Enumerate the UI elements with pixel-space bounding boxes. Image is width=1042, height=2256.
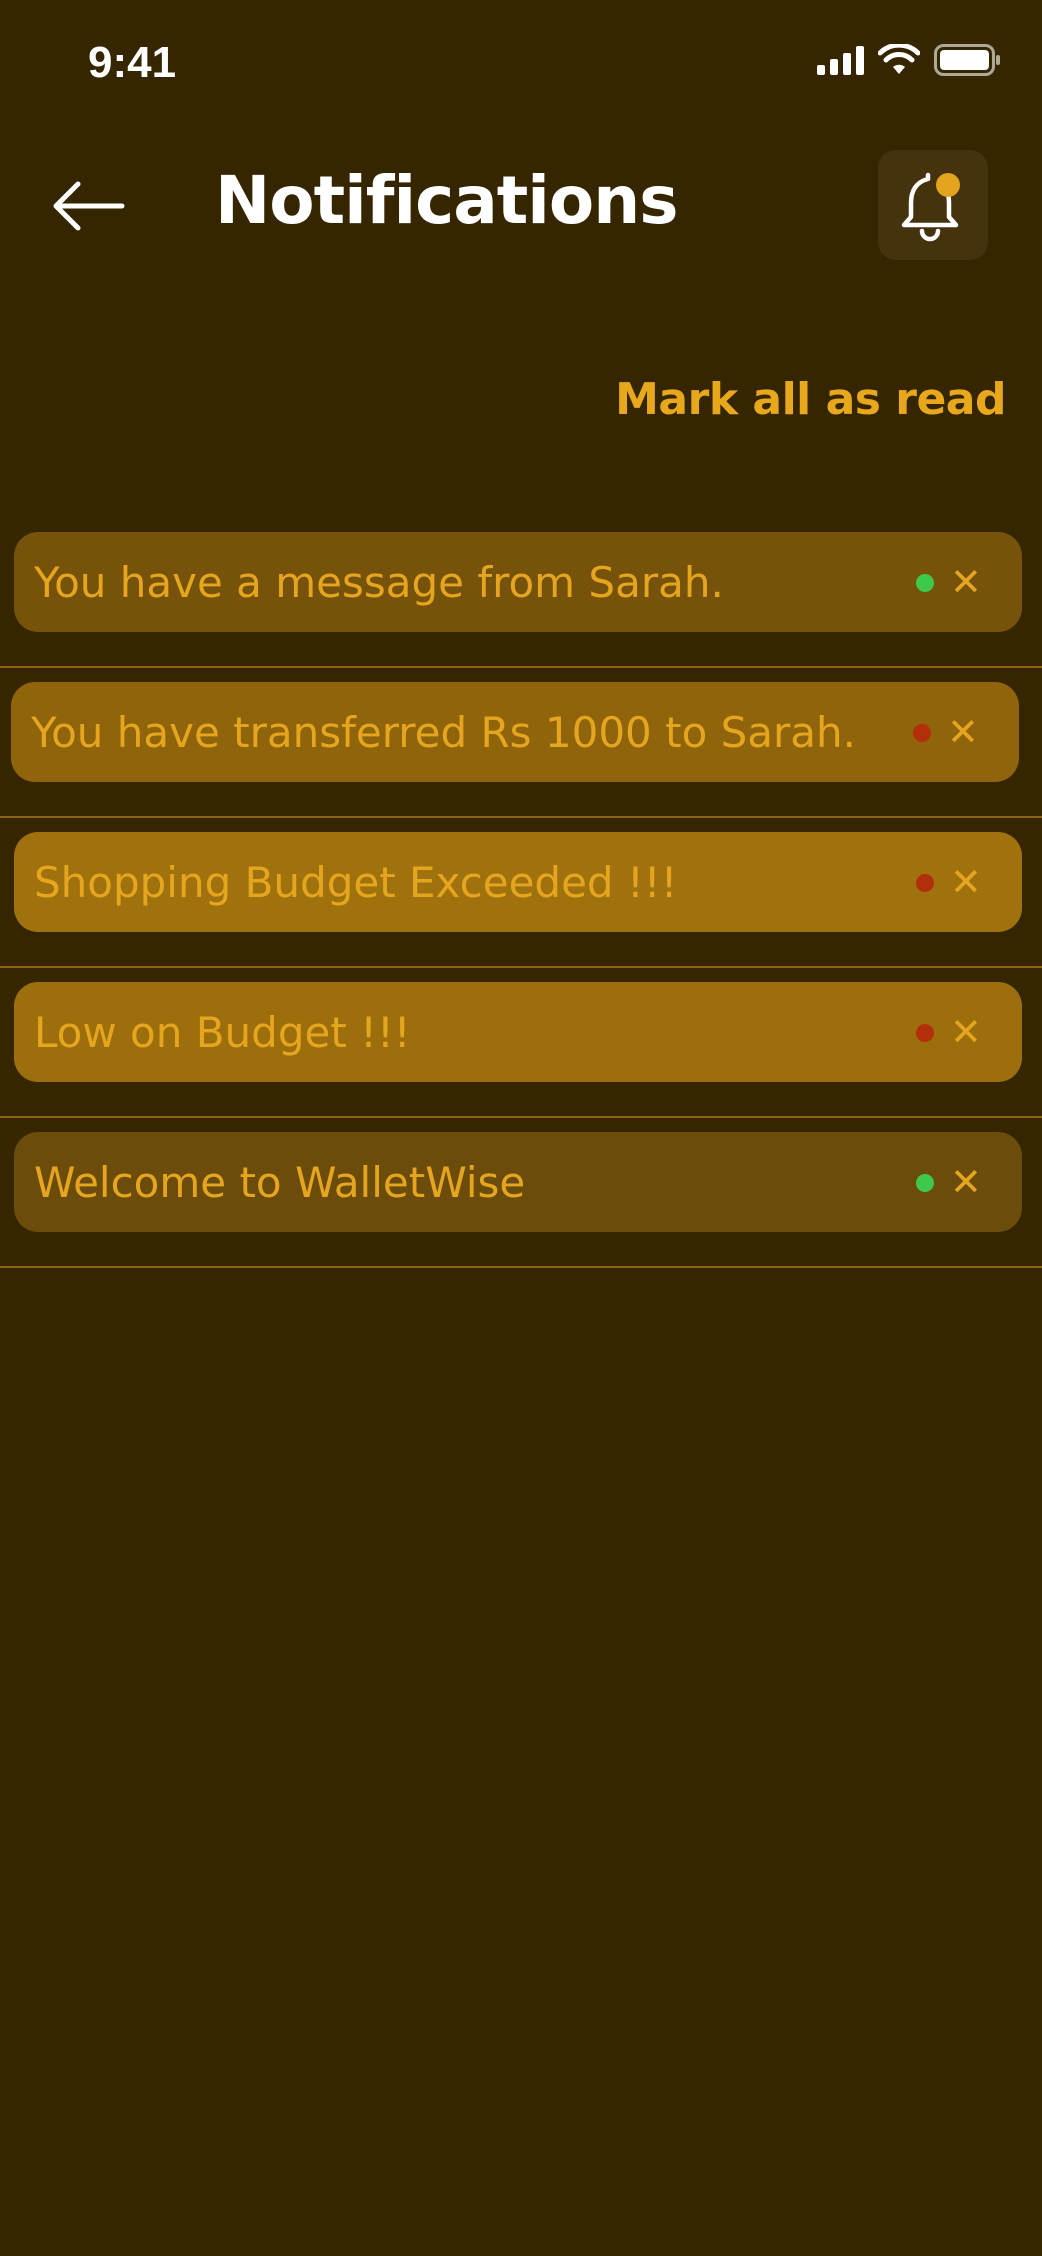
- notification-row: Welcome to WalletWise ✕: [0, 1118, 1042, 1268]
- notification-row: Low on Budget !!! ✕: [0, 968, 1042, 1118]
- status-dot-green: [916, 574, 934, 592]
- notification-card[interactable]: You have a message from Sarah. ✕: [14, 532, 1022, 632]
- status-dot-green: [916, 1174, 934, 1192]
- notification-card[interactable]: You have transferred Rs 1000 to Sarah. ✕: [11, 682, 1019, 782]
- status-dot-red: [916, 1024, 934, 1042]
- cellular-signal-icon: [817, 45, 864, 75]
- notification-text: Welcome to WalletWise: [34, 1157, 526, 1207]
- notification-list: You have a message from Sarah. ✕ You hav…: [0, 518, 1042, 1268]
- notification-row: You have transferred Rs 1000 to Sarah. ✕: [0, 668, 1042, 818]
- close-icon[interactable]: ✕: [947, 710, 979, 754]
- close-icon[interactable]: ✕: [950, 1160, 982, 1204]
- status-dot-red: [913, 724, 931, 742]
- arrow-left-icon: [53, 181, 125, 231]
- status-time: 9:41: [88, 38, 177, 87]
- notification-text: You have a message from Sarah.: [34, 557, 724, 607]
- page-title: Notifications: [215, 162, 679, 239]
- back-button[interactable]: [50, 180, 126, 232]
- mark-all-as-read-button[interactable]: Mark all as read: [615, 374, 1006, 425]
- notifications-bell-button[interactable]: [878, 150, 988, 260]
- close-icon[interactable]: ✕: [950, 860, 982, 904]
- notification-row: You have a message from Sarah. ✕: [0, 518, 1042, 668]
- status-icons: [817, 44, 1002, 76]
- notification-text: You have transferred Rs 1000 to Sarah.: [31, 707, 857, 757]
- status-bar: 9:41: [0, 0, 1042, 120]
- status-dot-red: [916, 874, 934, 892]
- battery-icon: [934, 44, 1000, 76]
- notification-text: Low on Budget !!!: [34, 1007, 411, 1057]
- header: Notifications: [0, 140, 1042, 280]
- bell-icon: [901, 172, 960, 242]
- notification-card[interactable]: Shopping Budget Exceeded !!! ✕: [14, 832, 1022, 932]
- bell-badge-dot: [936, 173, 960, 197]
- notification-row: Shopping Budget Exceeded !!! ✕: [0, 818, 1042, 968]
- wifi-icon: [878, 44, 920, 74]
- notification-text: Shopping Budget Exceeded !!!: [34, 857, 678, 907]
- notification-card[interactable]: Low on Budget !!! ✕: [14, 982, 1022, 1082]
- close-icon[interactable]: ✕: [950, 1010, 982, 1054]
- notification-card[interactable]: Welcome to WalletWise ✕: [14, 1132, 1022, 1232]
- close-icon[interactable]: ✕: [950, 560, 982, 604]
